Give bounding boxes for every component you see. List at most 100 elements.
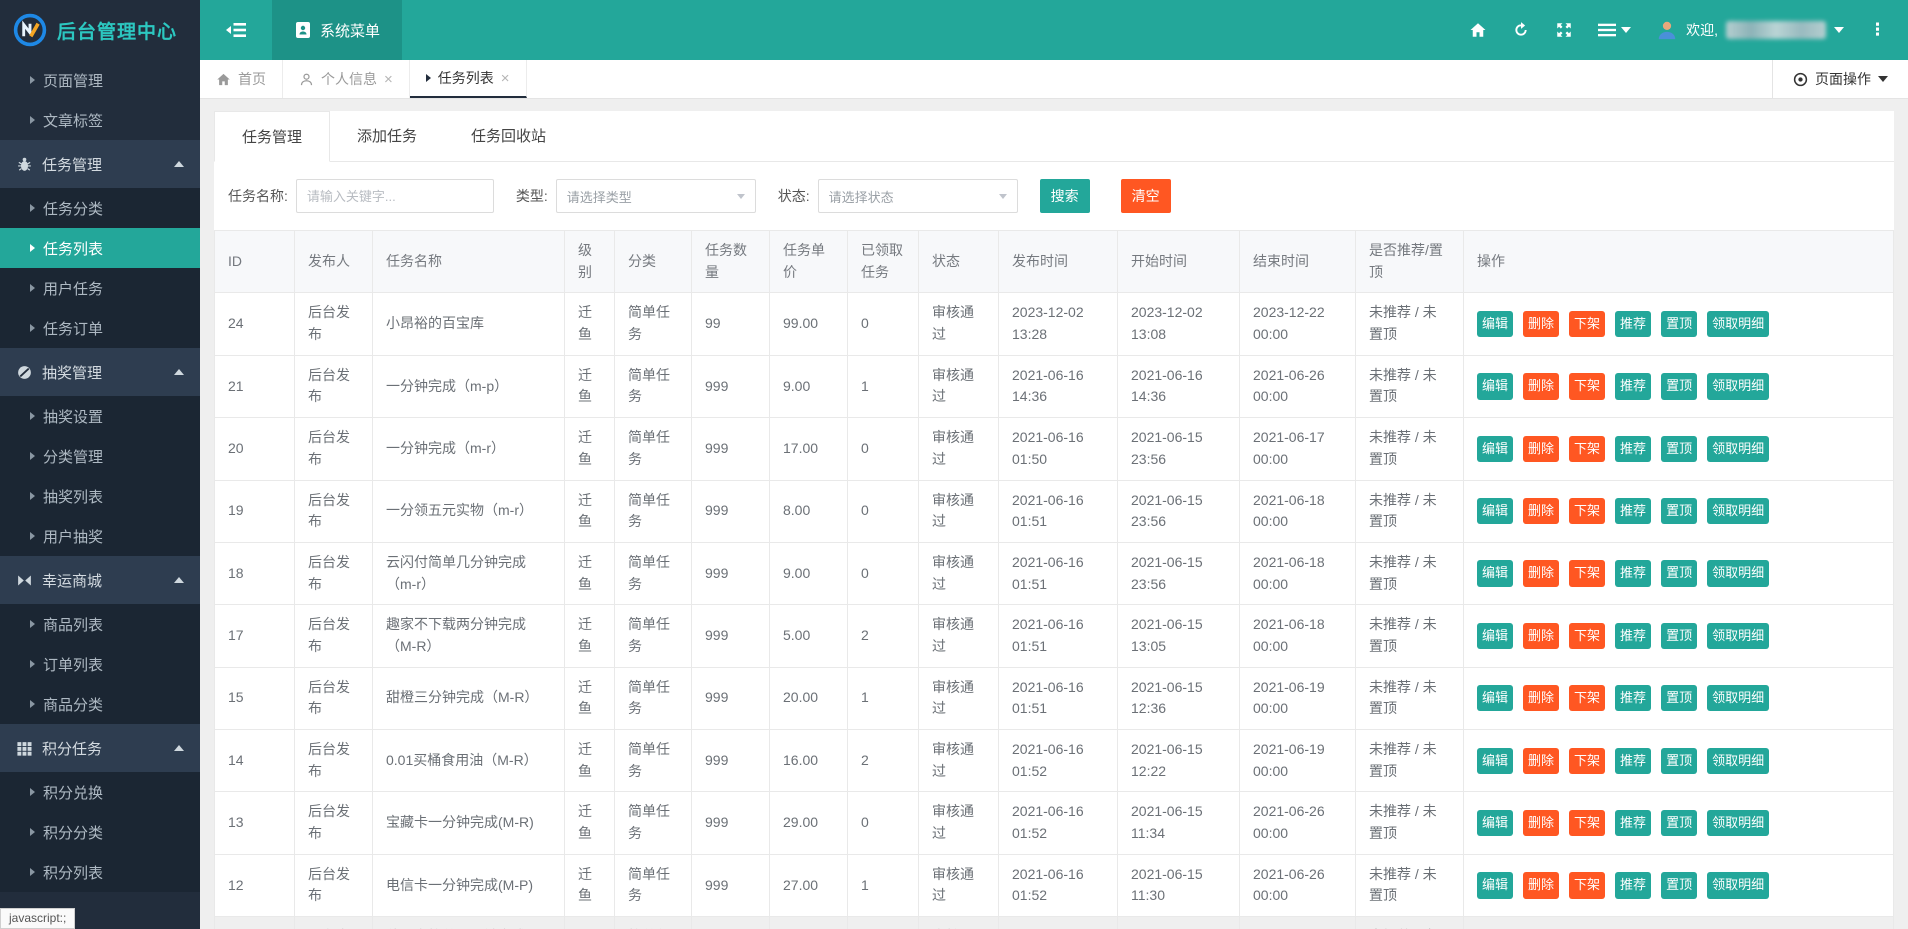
sidebar-item-user-lottery[interactable]: 用户抽奖 [0,516,200,556]
sidebar-item-order-list[interactable]: 订单列表 [0,644,200,684]
action-edit-button[interactable]: 编辑 [1477,623,1513,649]
action-recommend-button[interactable]: 推荐 [1615,872,1651,898]
action-edit-button[interactable]: 编辑 [1477,560,1513,586]
vertical-dots-icon[interactable]: ⋮ [1869,20,1886,40]
action-offline-button[interactable]: 下架 [1569,373,1605,399]
action-edit-button[interactable]: 编辑 [1477,810,1513,836]
action-edit-button[interactable]: 编辑 [1477,311,1513,337]
close-icon[interactable]: × [384,72,393,87]
action-offline-button[interactable]: 下架 [1569,311,1605,337]
action-delete-button[interactable]: 删除 [1523,311,1559,337]
action-top-button[interactable]: 置顶 [1661,560,1697,586]
sidebar-group-lucky-mall[interactable]: 幸运商城 [0,556,200,604]
action-top-button[interactable]: 置顶 [1661,311,1697,337]
action-recommend-button[interactable]: 推荐 [1615,436,1651,462]
sidebar-group-lottery-manage[interactable]: 抽奖管理 [0,348,200,396]
action-claim-detail-button[interactable]: 领取明细 [1707,436,1769,462]
action-top-button[interactable]: 置顶 [1661,498,1697,524]
sidebar-item-article-tags[interactable]: 文章标签 [0,100,200,140]
action-offline-button[interactable]: 下架 [1569,498,1605,524]
action-claim-detail-button[interactable]: 领取明细 [1707,810,1769,836]
tab-profile[interactable]: 个人信息× [283,60,410,98]
close-icon[interactable]: × [501,71,510,86]
refresh-icon[interactable] [1512,21,1530,39]
action-delete-button[interactable]: 删除 [1523,748,1559,774]
sidebar-item-points-category[interactable]: 积分分类 [0,812,200,852]
action-claim-detail-button[interactable]: 领取明细 [1707,498,1769,524]
action-delete-button[interactable]: 删除 [1523,436,1559,462]
action-top-button[interactable]: 置顶 [1661,748,1697,774]
clear-button[interactable]: 清空 [1121,179,1171,213]
action-edit-button[interactable]: 编辑 [1477,498,1513,524]
action-recommend-button[interactable]: 推荐 [1615,560,1651,586]
sidebar-group-points-task[interactable]: 积分任务 [0,724,200,772]
home-icon[interactable] [1469,21,1487,39]
action-recommend-button[interactable]: 推荐 [1615,311,1651,337]
task-name-input[interactable] [296,179,494,213]
action-edit-button[interactable]: 编辑 [1477,872,1513,898]
action-offline-button[interactable]: 下架 [1569,748,1605,774]
action-claim-detail-button[interactable]: 领取明细 [1707,623,1769,649]
sidebar-item-goods-category[interactable]: 商品分类 [0,684,200,724]
action-delete-button[interactable]: 删除 [1523,498,1559,524]
action-offline-button[interactable]: 下架 [1569,872,1605,898]
action-recommend-button[interactable]: 推荐 [1615,498,1651,524]
action-edit-button[interactable]: 编辑 [1477,748,1513,774]
action-delete-button[interactable]: 删除 [1523,373,1559,399]
topbar-system-menu[interactable]: 系统菜单 [272,0,402,60]
action-edit-button[interactable]: 编辑 [1477,373,1513,399]
action-recommend-button[interactable]: 推荐 [1615,748,1651,774]
sidebar-group-task-manage[interactable]: 任务管理 [0,140,200,188]
sidebar-item-task-category[interactable]: 任务分类 [0,188,200,228]
topbar-shortcut-menu[interactable] [1598,21,1631,39]
action-edit-button[interactable]: 编辑 [1477,436,1513,462]
card-tab-task-recycle[interactable]: 任务回收站 [444,111,573,161]
action-claim-detail-button[interactable]: 领取明细 [1707,685,1769,711]
action-recommend-button[interactable]: 推荐 [1615,685,1651,711]
action-recommend-button[interactable]: 推荐 [1615,810,1651,836]
action-claim-detail-button[interactable]: 领取明细 [1707,311,1769,337]
tab-task-list[interactable]: 任务列表× [410,60,527,98]
search-button[interactable]: 搜索 [1040,179,1090,213]
card-tab-add-task[interactable]: 添加任务 [330,111,444,161]
action-offline-button[interactable]: 下架 [1569,623,1605,649]
sidebar-item-category-manage[interactable]: 分类管理 [0,436,200,476]
action-top-button[interactable]: 置顶 [1661,872,1697,898]
action-top-button[interactable]: 置顶 [1661,373,1697,399]
action-delete-button[interactable]: 删除 [1523,560,1559,586]
page-actions-dropdown[interactable]: 页面操作 [1772,60,1908,98]
action-delete-button[interactable]: 删除 [1523,623,1559,649]
sidebar-item-task-list[interactable]: 任务列表 [0,228,200,268]
user-menu[interactable]: 欢迎, [1656,19,1844,41]
sidebar-item-lottery-list[interactable]: 抽奖列表 [0,476,200,516]
action-top-button[interactable]: 置顶 [1661,436,1697,462]
tab-home[interactable]: 首页 [200,60,283,98]
action-claim-detail-button[interactable]: 领取明细 [1707,872,1769,898]
action-delete-button[interactable]: 删除 [1523,685,1559,711]
sidebar-item-goods-list[interactable]: 商品列表 [0,604,200,644]
action-top-button[interactable]: 置顶 [1661,810,1697,836]
sidebar-item-user-task[interactable]: 用户任务 [0,268,200,308]
sidebar-item-lottery-settings[interactable]: 抽奖设置 [0,396,200,436]
action-delete-button[interactable]: 删除 [1523,810,1559,836]
action-top-button[interactable]: 置顶 [1661,623,1697,649]
action-claim-detail-button[interactable]: 领取明细 [1707,748,1769,774]
action-claim-detail-button[interactable]: 领取明细 [1707,373,1769,399]
action-offline-button[interactable]: 下架 [1569,810,1605,836]
action-recommend-button[interactable]: 推荐 [1615,623,1651,649]
status-select[interactable]: 请选择状态 [818,179,1018,213]
fullscreen-icon[interactable] [1555,21,1573,39]
sidebar-toggle-button[interactable] [200,0,272,60]
action-edit-button[interactable]: 编辑 [1477,685,1513,711]
sidebar-item-task-order[interactable]: 任务订单 [0,308,200,348]
sidebar-item-points-list[interactable]: 积分列表 [0,852,200,892]
action-delete-button[interactable]: 删除 [1523,872,1559,898]
action-top-button[interactable]: 置顶 [1661,685,1697,711]
sidebar-item-page-manage[interactable]: 页面管理 [0,60,200,100]
action-recommend-button[interactable]: 推荐 [1615,373,1651,399]
action-offline-button[interactable]: 下架 [1569,560,1605,586]
sidebar-item-points-exchange[interactable]: 积分兑换 [0,772,200,812]
action-claim-detail-button[interactable]: 领取明细 [1707,560,1769,586]
action-offline-button[interactable]: 下架 [1569,685,1605,711]
type-select[interactable]: 请选择类型 [556,179,756,213]
